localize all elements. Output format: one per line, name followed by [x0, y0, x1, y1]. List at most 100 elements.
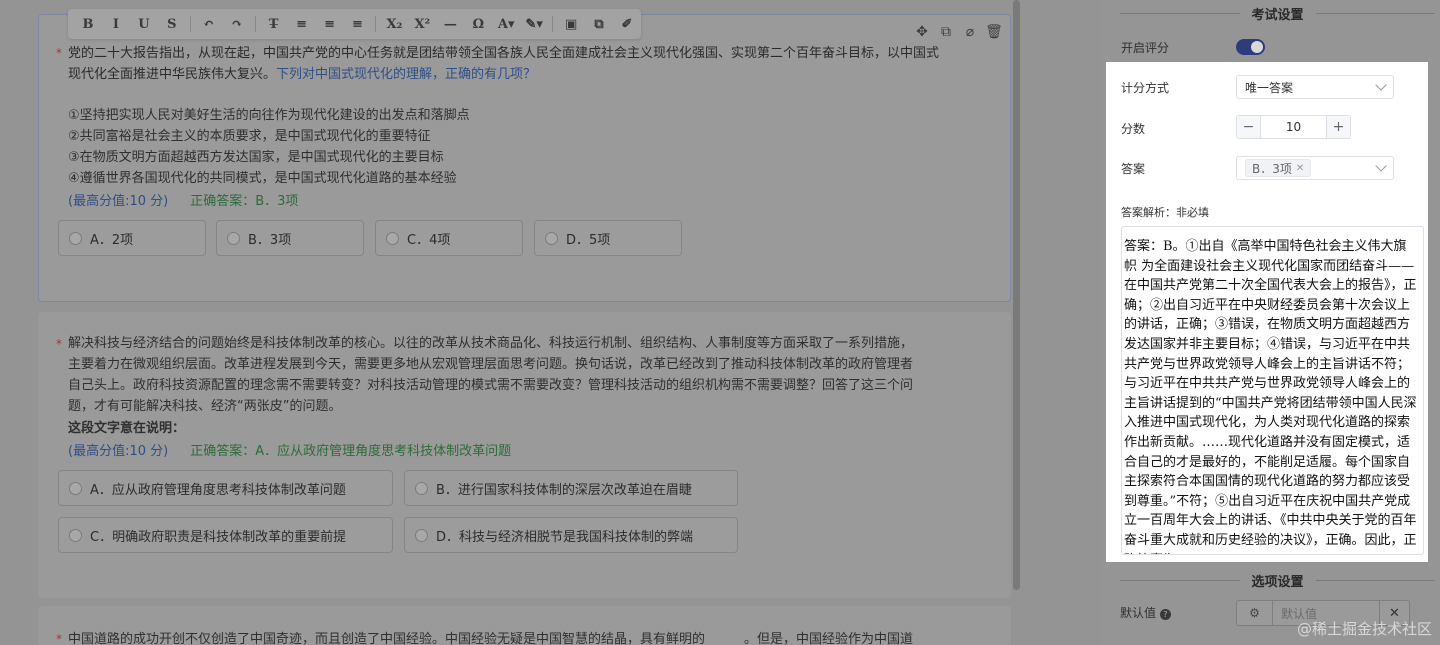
stem-question: 下列对中国式现代化的理解，正确的有几项？ — [276, 67, 537, 82]
radio-icon[interactable] — [545, 231, 558, 245]
max-score: (最高分值:10 分) — [68, 444, 169, 459]
align-center-icon[interactable]: ≡ — [316, 11, 344, 37]
copy-icon[interactable]: ⧉ — [938, 24, 954, 40]
correct-answer: 正确答案：A．应从政府管理角度思考科技体制改革问题 — [190, 444, 512, 459]
toolbar-separator — [552, 16, 554, 32]
edit-icon[interactable]: ✐ — [613, 11, 641, 37]
image-icon[interactable]: ▣ — [557, 11, 585, 37]
bold-icon[interactable]: B — [74, 11, 102, 37]
radio-icon[interactable] — [69, 481, 82, 495]
option-label: A．2项 — [90, 232, 134, 248]
decrement-button[interactable]: − — [1237, 116, 1260, 138]
question-stem[interactable]: 党的二十大报告指出，从现在起，中国共产党的中心任务就是团结带领全国各族人民全面建… — [68, 43, 948, 85]
question-prompt: 这段文字意在说明： — [68, 421, 186, 436]
redo-icon[interactable]: ↷ — [223, 11, 251, 37]
option-label: D．科技与经济相脱节是我国科技体制的弊端 — [436, 529, 694, 545]
scoring-method-value: 唯一答案 — [1245, 80, 1294, 95]
option-settings-title: 选项设置 — [1120, 571, 1435, 590]
stem-line-1: 解决科技与经济结合的问题始终是科技体制改革的核心。以往的改革从技术商品化、科技运… — [68, 336, 914, 351]
answer-tag-label: B．3项 — [1252, 161, 1292, 176]
enable-scoring-toggle[interactable] — [1236, 39, 1265, 55]
option-c[interactable]: C．明确政府职责是科技体制改革的重要前提 — [58, 517, 393, 553]
rich-text-toolbar: B I U S ↶ ↷ T̶ ≡ ≡ ≡ X₂ X² — Ω A▾ ✎▾ ▣ ⧉ ✐ — [68, 9, 641, 39]
answer-label: 答案 — [1121, 162, 1146, 176]
stem-line-3: 自己头上。政府科技资源配置的理念需不需要转变？对科技活动管理的模式需不需要改变？… — [68, 378, 914, 393]
chevron-down-icon — [1375, 79, 1387, 91]
subscript-icon[interactable]: X₂ — [380, 11, 408, 37]
toolbar-separator — [254, 16, 256, 32]
required-marker: * — [56, 632, 62, 645]
move-icon[interactable]: ✥ — [914, 24, 930, 40]
score-line: (最高分值:10 分) 正确答案：A．应从政府管理角度思考科技体制改革问题 — [68, 441, 511, 462]
statement-2: ②共同富裕是社会主义的本质要求，是中国式现代化的重要特征 — [68, 129, 431, 144]
scoring-method-select[interactable]: 唯一答案 — [1236, 75, 1394, 99]
statement-1: ①坚持把实现人民对美好生活的向往作为现代化建设的出发点和落脚点 — [68, 108, 470, 123]
attach-icon[interactable]: ⌀ — [962, 24, 978, 40]
align-right-icon[interactable]: ≡ — [344, 11, 372, 37]
score-line: (最高分值:10 分) 正确答案：B．3项 — [68, 191, 298, 212]
analysis-label: 答案解析：非必填 — [1121, 206, 1209, 219]
chevron-down-icon — [1375, 160, 1387, 172]
stem-line-4: 题，才有可能解决科技、经济“两张皮”的问题。 — [68, 399, 342, 414]
option-c[interactable]: C．4项 — [375, 220, 523, 256]
option-a[interactable]: A．2项 — [58, 220, 206, 256]
required-marker: * — [56, 46, 62, 60]
close-icon[interactable]: ✕ — [1296, 163, 1304, 174]
exam-settings-title: 考试设置 — [1120, 4, 1435, 23]
option-d[interactable]: D．科技与经济相脱节是我国科技体制的弊端 — [404, 517, 738, 553]
font-color-icon[interactable]: A▾ — [492, 11, 520, 37]
italic-icon[interactable]: I — [102, 11, 130, 37]
option-label: C．明确政府职责是科技体制改革的重要前提 — [90, 529, 347, 545]
answer-tag: B．3项 ✕ — [1245, 159, 1312, 177]
enable-scoring-label: 开启评分 — [1121, 41, 1170, 55]
default-value-label: 默认值 ? — [1120, 604, 1171, 621]
required-marker: * — [56, 337, 62, 351]
editor-scrollbar[interactable] — [1013, 0, 1020, 590]
delete-icon[interactable]: 🗑 — [985, 24, 1003, 40]
option-label: B．3项 — [248, 232, 292, 248]
increment-button[interactable]: + — [1327, 116, 1350, 138]
gear-icon[interactable]: ⚙ — [1237, 601, 1273, 625]
radio-icon[interactable] — [415, 481, 428, 495]
option-label: D．5项 — [566, 232, 611, 248]
superscript-icon[interactable]: X² — [408, 11, 436, 37]
horizontal-rule-icon[interactable]: — — [436, 11, 464, 37]
toolbar-separator — [375, 16, 377, 32]
statement-3: ③在物质文明方面超越西方发达国家，是中国式现代化的主要目标 — [68, 150, 444, 165]
option-label: A．应从政府管理角度思考科技体制改革问题 — [90, 482, 346, 498]
radio-icon[interactable] — [69, 231, 82, 245]
stem-line-1: 中国道路的成功开创不仅创造了中国奇迹，而且创造了中国经验。中国经验无疑是中国智慧… — [68, 632, 914, 645]
max-score: (最高分值:10 分) — [68, 194, 169, 209]
option-b[interactable]: B．3项 — [216, 220, 364, 256]
analysis-textarea[interactable]: 答案：B。①出自《高举中国特色社会主义伟大旗帜 为全面建设社会主义现代化国家而团… — [1121, 226, 1424, 555]
statement-4: ④遵循世界各国现代化的共同模式，是中国式现代化道路的基本经验 — [68, 171, 457, 186]
watermark: @稀土掘金技术社区 — [1296, 620, 1432, 638]
score-stepper[interactable]: − 10 + — [1236, 115, 1351, 139]
card-tools: ✥ ⧉ ⌀ 🗑 — [914, 24, 1003, 40]
correct-answer: 正确答案：B．3项 — [190, 194, 299, 209]
align-left-icon[interactable]: ≡ — [288, 11, 316, 37]
help-icon[interactable]: ? — [1159, 609, 1171, 620]
option-d[interactable]: D．5项 — [534, 220, 682, 256]
stem-line-2: 主要着力在微观组织层面。改革进程发展到今天，需要更多地从宏观管理层面思考问题。换… — [68, 357, 914, 372]
radio-icon[interactable] — [415, 528, 428, 542]
radio-icon[interactable] — [69, 528, 82, 542]
option-label: C．4项 — [407, 232, 451, 248]
answer-select[interactable]: B．3项 ✕ — [1236, 156, 1394, 180]
toolbar-separator — [189, 16, 191, 32]
copy-icon[interactable]: ⧉ — [585, 11, 613, 37]
option-b[interactable]: B．进行国家科技体制的深层次改革迫在眉睫 — [404, 470, 738, 506]
radio-icon[interactable] — [386, 231, 399, 245]
underline-icon[interactable]: U — [130, 11, 158, 37]
highlight-icon[interactable]: ✎▾ — [520, 11, 548, 37]
score-value[interactable]: 10 — [1260, 116, 1327, 138]
score-label: 分数 — [1121, 122, 1146, 136]
scoring-method-label: 计分方式 — [1121, 81, 1170, 95]
option-label: B．进行国家科技体制的深层次改革迫在眉睫 — [436, 482, 692, 498]
undo-icon[interactable]: ↶ — [195, 11, 223, 37]
special-char-icon[interactable]: Ω — [464, 11, 492, 37]
clear-format-icon[interactable]: T̶ — [260, 11, 288, 37]
radio-icon[interactable] — [227, 231, 240, 245]
strikethrough-icon[interactable]: S — [158, 11, 186, 37]
option-a[interactable]: A．应从政府管理角度思考科技体制改革问题 — [58, 470, 393, 506]
